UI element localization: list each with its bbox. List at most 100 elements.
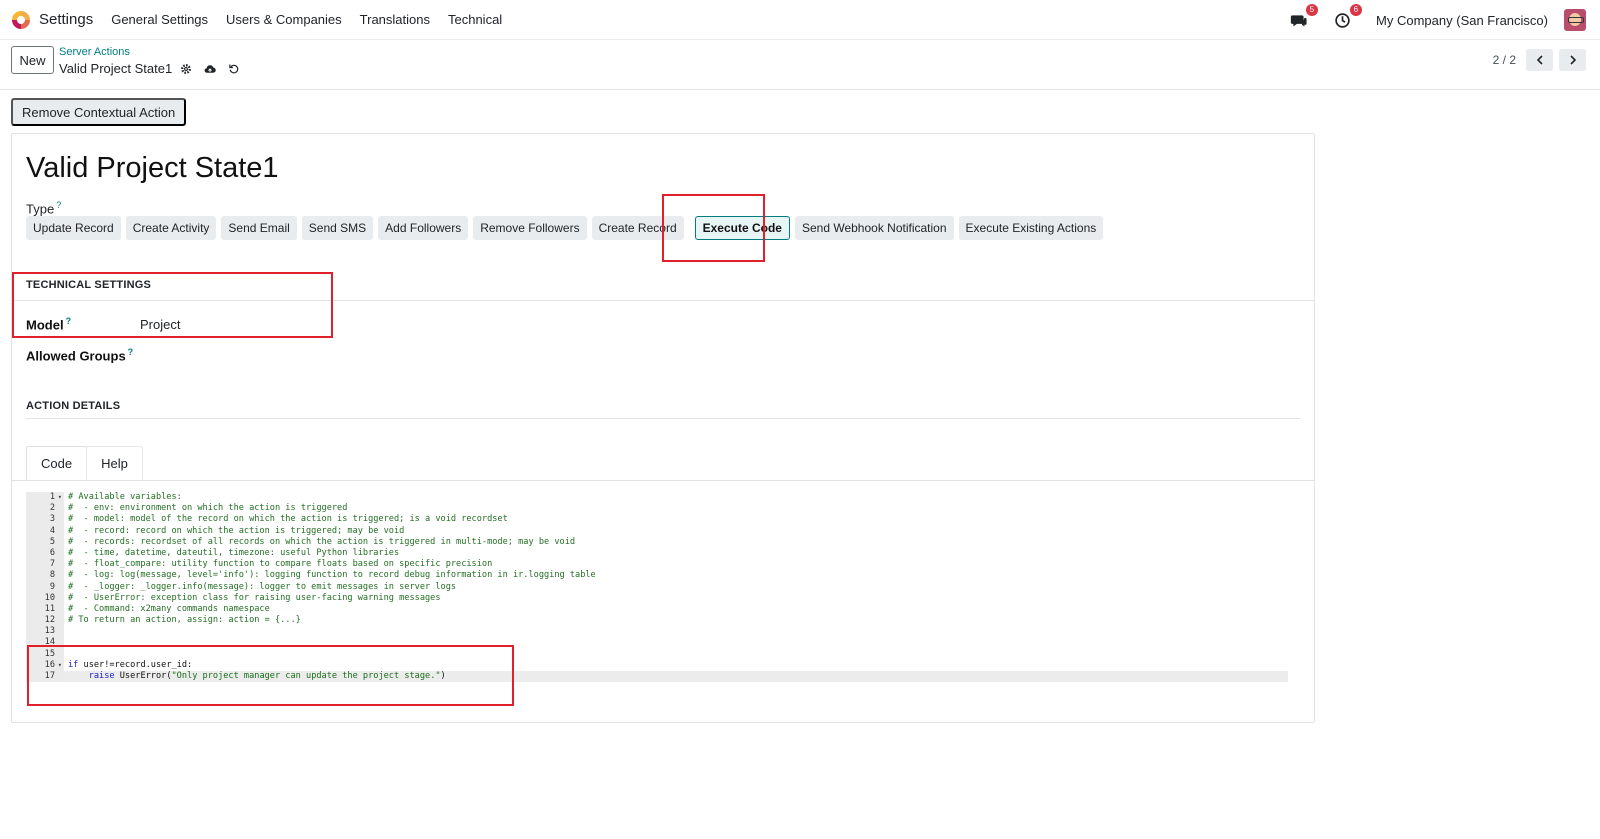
breadcrumb-server-actions[interactable]: Server Actions xyxy=(59,46,130,58)
chat-button[interactable]: 5 xyxy=(1288,4,1319,30)
type-send-sms[interactable]: Send SMS xyxy=(301,216,374,240)
type-selector: Update Record Create Activity Send Email… xyxy=(26,216,1104,240)
allowed-groups-label-text: Allowed Groups xyxy=(26,348,126,364)
type-execute-code[interactable]: Execute Code xyxy=(694,216,790,240)
tabs-divider xyxy=(12,480,1314,481)
tab-help[interactable]: Help xyxy=(86,446,143,480)
type-execute-existing[interactable]: Execute Existing Actions xyxy=(958,216,1104,240)
line-number: 6 xyxy=(26,547,64,560)
line-number: 10 xyxy=(26,592,64,604)
type-create-record[interactable]: Create Record xyxy=(591,216,684,240)
code-comment: # - time, datetime, dateutil, timezone: … xyxy=(68,547,400,558)
type-create-activity[interactable]: Create Activity xyxy=(125,216,217,240)
pager-value[interactable]: 2 / 2 xyxy=(1493,53,1516,67)
code-comment: # To return an action, assign: action = … xyxy=(68,615,301,626)
code-line: 6 # - time, datetime, dateutil, timezone:… xyxy=(26,547,1288,560)
pager-next-button[interactable] xyxy=(1559,49,1586,71)
code-line: 11 # - Command: x2many commands namespace xyxy=(26,603,1288,616)
line-number: 7 xyxy=(26,559,64,571)
code-comment: # - records: recordset of all records on… xyxy=(68,536,576,547)
type-help-icon[interactable]: ? xyxy=(56,200,61,210)
code-comment xyxy=(64,637,1288,648)
line-number: 5 xyxy=(26,536,64,548)
model-label-text: Model xyxy=(26,317,64,333)
section-divider xyxy=(12,300,1314,301)
model-field[interactable]: Project xyxy=(140,317,180,332)
activity-button[interactable]: 6 xyxy=(1332,4,1363,30)
gear-icon[interactable] xyxy=(179,62,193,76)
top-navbar: Settings General Settings Users & Compan… xyxy=(0,0,1600,40)
chat-icon xyxy=(1290,14,1307,26)
code-lines: 1 # Available variables: 2 # - env: environ… xyxy=(26,492,1288,660)
code-line: 1 # Available variables: xyxy=(26,492,1288,503)
menu-technical[interactable]: Technical xyxy=(448,12,502,27)
remove-contextual-action-button[interactable]: Remove Contextual Action xyxy=(11,98,187,126)
code-comment: # - float_compare: utility function to c… xyxy=(68,559,493,570)
allowed-groups-help-icon[interactable]: ? xyxy=(128,347,134,357)
code-comment: # Available variables: xyxy=(68,492,182,502)
code-plain: user!=record.user_id: xyxy=(78,659,193,670)
line-number: 17 xyxy=(26,671,64,683)
line-number: 16 xyxy=(26,659,64,671)
line-number: 1 xyxy=(26,492,64,503)
menu-general-settings[interactable]: General Settings xyxy=(111,12,208,27)
line-number: 2 xyxy=(26,503,64,515)
line-number: 14 xyxy=(26,637,64,649)
chevron-left-icon xyxy=(1536,55,1543,65)
control-panel: New Server Actions Valid Project State1 … xyxy=(0,40,1600,90)
line-number: 9 xyxy=(26,581,64,593)
line-number: 13 xyxy=(26,626,64,638)
model-help-icon[interactable]: ? xyxy=(66,316,72,326)
code-keyword: if xyxy=(68,659,79,670)
line-number: 11 xyxy=(26,603,64,616)
user-avatar[interactable] xyxy=(1564,9,1586,31)
technical-settings-title: TECHNICAL SETTINGS xyxy=(26,279,152,291)
code-text: if user!=record.user_id: xyxy=(64,660,1288,671)
activity-badge: 6 xyxy=(1349,4,1363,16)
code-line: 13 xyxy=(26,626,1288,638)
code-comment: # - _logger: _logger.info(message): logg… xyxy=(68,581,457,592)
code-comment: # - model: model of the record on which … xyxy=(68,514,508,525)
type-label: Type? xyxy=(26,200,61,216)
record-title[interactable]: Valid Project State1 xyxy=(26,152,279,185)
company-switcher[interactable]: My Company (San Francisco) xyxy=(1376,13,1548,28)
type-update-record[interactable]: Update Record xyxy=(26,216,121,240)
code-comment xyxy=(64,649,1288,660)
new-button[interactable]: New xyxy=(11,46,54,74)
code-comment: # - log: log(message, level='info'): log… xyxy=(68,570,596,581)
pager: 2 / 2 xyxy=(1493,49,1586,71)
code-editor[interactable]: 1 # Available variables: 2 # - env: environ… xyxy=(26,492,1288,683)
code-line: 2 # - env: environment on which the actio… xyxy=(26,503,1288,515)
code-comment: # - record: record on which the action i… xyxy=(68,525,405,536)
type-remove-followers[interactable]: Remove Followers xyxy=(473,216,587,240)
code-line: 10 # - UserError: exception class for rai… xyxy=(26,592,1288,604)
allowed-groups-label: Allowed Groups? xyxy=(26,347,133,363)
code-line: 16 if user!=record.user_id: xyxy=(26,659,1288,671)
type-send-webhook[interactable]: Send Webhook Notification xyxy=(794,216,954,240)
menu-users-companies[interactable]: Users & Companies xyxy=(226,12,342,27)
line-number: 15 xyxy=(26,648,64,660)
code-line-active: 17 raise UserError("Only project manager… xyxy=(26,671,1288,683)
form-sheet: Valid Project State1 Type? Update Record… xyxy=(11,133,1315,723)
odoo-logo-icon[interactable] xyxy=(12,10,30,29)
code-line: 7 # - float_compare: utility function to … xyxy=(26,559,1288,571)
code-keyword: raise xyxy=(88,671,115,681)
menu-translations[interactable]: Translations xyxy=(360,12,430,27)
line-number: 3 xyxy=(26,514,64,526)
code-comment: # - Command: x2many commands namespace xyxy=(68,603,270,614)
discard-icon[interactable] xyxy=(227,62,241,76)
pager-previous-button[interactable] xyxy=(1526,49,1553,71)
cloud-save-icon[interactable] xyxy=(203,62,217,76)
type-send-email[interactable]: Send Email xyxy=(221,216,297,240)
breadcrumb: Valid Project State1 xyxy=(59,61,241,76)
code-string: "Only project manager can update the pro… xyxy=(171,671,441,681)
action-details-title: ACTION DETAILS xyxy=(26,400,121,412)
code-line: 9 # - _logger: _logger.info(message): log… xyxy=(26,581,1288,593)
tab-code[interactable]: Code xyxy=(26,446,88,480)
code-line: 4 # - record: record on which the action … xyxy=(26,525,1288,537)
code-plain: UserError( xyxy=(114,671,172,681)
code-line: 15 xyxy=(26,648,1288,660)
type-add-followers[interactable]: Add Followers xyxy=(378,216,469,240)
chevron-right-icon xyxy=(1569,55,1576,65)
app-name[interactable]: Settings xyxy=(39,11,93,28)
